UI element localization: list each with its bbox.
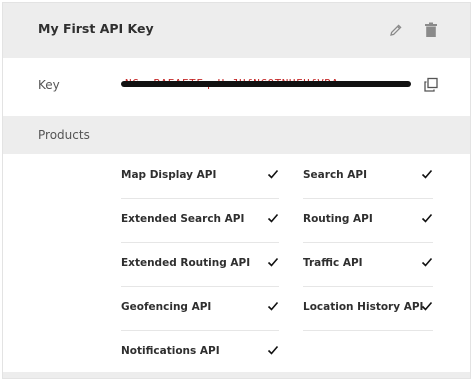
- check-icon: [421, 257, 433, 267]
- products-label: Products: [38, 128, 90, 142]
- products-grid: Map Display API Search API Extended Sear…: [3, 154, 470, 372]
- key-label: Key: [38, 78, 60, 92]
- product-name: Search API: [303, 169, 368, 181]
- redaction-bar: [121, 81, 411, 87]
- product-item: Routing API: [303, 198, 433, 243]
- product-name: Extended Routing API: [121, 257, 251, 269]
- product-item: Traffic API: [303, 242, 433, 287]
- card-header: My First API Key: [3, 3, 470, 58]
- trash-icon: [425, 22, 437, 37]
- delete-button[interactable]: [422, 21, 440, 39]
- product-item: Extended Routing API: [121, 242, 279, 287]
- copy-icon: [424, 77, 438, 92]
- check-icon: [421, 213, 433, 223]
- api-key-card: My First API Key Key NGcvBAEAETFqaHcJUfN…: [3, 3, 470, 378]
- product-name: Geofencing API: [121, 301, 212, 313]
- product-name: Location History API: [303, 301, 424, 313]
- card-title: My First API Key: [38, 21, 154, 36]
- key-value-field[interactable]: NGcvBAEAETFqaHcJUfNCOTNHFUfVRA: [121, 74, 411, 96]
- product-item: Geofencing API: [121, 286, 279, 331]
- product-item: Search API: [303, 154, 433, 199]
- key-row: Key NGcvBAEAETFqaHcJUfNCOTNHFUfVRA: [3, 58, 470, 116]
- product-name: Routing API: [303, 213, 373, 225]
- product-name: Traffic API: [303, 257, 363, 269]
- product-item: Location History API: [303, 286, 433, 331]
- check-icon: [267, 213, 279, 223]
- product-name: Extended Search API: [121, 213, 245, 225]
- product-name: Notifications API: [121, 345, 220, 357]
- edit-button[interactable]: [387, 21, 405, 39]
- check-icon: [267, 345, 279, 355]
- card-footer: [3, 372, 470, 378]
- check-icon: [267, 257, 279, 267]
- copy-button[interactable]: [423, 77, 439, 93]
- check-icon: [421, 301, 433, 311]
- product-item: Map Display API: [121, 154, 279, 199]
- pencil-icon: [390, 24, 402, 36]
- product-name: Map Display API: [121, 169, 217, 181]
- product-item: Extended Search API: [121, 198, 279, 243]
- check-icon: [267, 301, 279, 311]
- check-icon: [267, 169, 279, 179]
- check-icon: [421, 169, 433, 179]
- products-header: Products: [3, 116, 470, 154]
- product-item: Notifications API: [121, 330, 279, 374]
